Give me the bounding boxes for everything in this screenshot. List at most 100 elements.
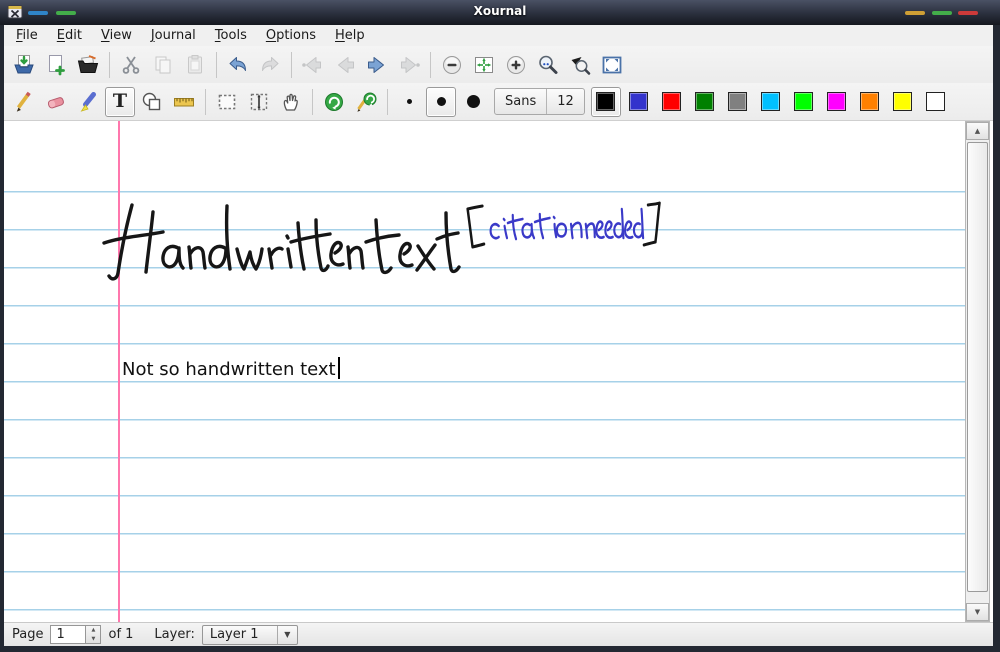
open-folder-icon [76,53,100,77]
toolbar-separator [205,89,206,115]
color-swatch-magenta[interactable] [827,92,846,111]
pen-tool-button[interactable] [9,87,39,117]
highlighter-tool-button[interactable] [73,87,103,117]
scroll-down-button[interactable]: ▼ [966,603,989,621]
save-button[interactable] [9,50,39,80]
default-tool-button[interactable] [319,87,349,117]
select-rectangle-button[interactable] [212,87,242,117]
page-spinner[interactable]: 1 ▲ ▼ [50,625,101,644]
spinner-buttons[interactable]: ▲ ▼ [85,626,100,643]
set-zoom-button[interactable] [565,50,595,80]
window-content: File Edit View Journal Tools Options Hel… [4,25,993,646]
toolbar-separator [291,52,292,78]
layer-dropdown[interactable]: Layer 1 ▼ [202,625,298,645]
set-zoom-icon [568,53,592,77]
scroll-up-button[interactable]: ▲ [966,122,989,140]
arrow-up-icon: ▲ [975,127,980,135]
color-swatch-black [596,92,615,111]
color-swatch-red[interactable] [662,92,681,111]
undo-button[interactable] [223,50,253,80]
maximize-button[interactable] [932,11,952,15]
spin-down-icon[interactable]: ▼ [86,635,100,644]
open-button[interactable] [73,50,103,80]
color-swatch-yellow[interactable] [893,92,912,111]
vertical-space-button[interactable] [244,87,274,117]
color-swatch-gray[interactable] [728,92,747,111]
color-swatch-light-green[interactable] [794,92,813,111]
toolbar-separator [312,89,313,115]
titlebar[interactable]: Xournal [0,0,1000,25]
page-number-input[interactable]: 1 [51,626,85,643]
scrollbar-thumb[interactable] [967,142,988,592]
page-canvas[interactable]: Not so handwritten text ▲ ▼ [4,121,993,622]
menu-edit[interactable]: Edit [49,26,90,45]
xournal-window: Xournal File Edit View Journal Tools Opt… [0,0,1000,652]
thickness-medium-button[interactable] [426,87,456,117]
normal-size-button[interactable] [533,50,563,80]
vertical-scrollbar[interactable]: ▲ ▼ [965,121,990,622]
default-pen-button[interactable] [351,87,381,117]
first-page-icon [301,53,325,77]
thick-dot-icon [467,95,480,108]
color-swatch-green[interactable] [695,92,714,111]
color-black-button[interactable] [591,87,621,117]
fit-page-width-button[interactable] [469,50,499,80]
color-swatch-white[interactable] [926,92,945,111]
fine-dot-icon [407,99,412,104]
typed-text-object[interactable]: Not so handwritten text [122,357,340,380]
fullscreen-button[interactable] [597,50,627,80]
menu-file[interactable]: File [8,26,46,45]
menu-help[interactable]: Help [327,26,373,45]
default-pen-icon [354,90,378,114]
menu-view[interactable]: View [93,26,140,45]
dropdown-arrow-icon: ▼ [277,626,297,644]
spin-up-icon[interactable]: ▲ [86,626,100,635]
hand-icon [279,90,303,114]
eraser-tool-button[interactable] [41,87,71,117]
ruler-tool-button[interactable] [169,87,199,117]
cut-button[interactable] [116,50,146,80]
color-swatch-light-blue[interactable] [761,92,780,111]
zoom-out-icon [440,53,464,77]
paste-button[interactable] [180,50,210,80]
zoom-out-button[interactable] [437,50,467,80]
font-button[interactable]: Sans 12 [494,88,585,115]
statusbar: Page 1 ▲ ▼ of 1 Layer: Layer 1 ▼ [4,622,993,646]
menu-journal[interactable]: Journal [143,26,204,45]
scissors-icon [119,53,143,77]
thickness-thick-button[interactable] [458,87,488,117]
shape-recognizer-button[interactable] [137,87,167,117]
color-swatch-orange[interactable] [860,92,879,111]
first-page-button[interactable] [298,50,328,80]
hand-tool-button[interactable] [276,87,306,117]
redo-button[interactable] [255,50,285,80]
copy-button[interactable] [148,50,178,80]
text-caret [338,357,340,379]
default-icon [322,90,346,114]
clipboard-icon [183,53,207,77]
undo-icon [226,53,250,77]
previous-page-icon [333,53,357,77]
menu-options[interactable]: Options [258,26,324,45]
fullscreen-icon [600,53,624,77]
zoom-in-button[interactable] [501,50,531,80]
next-page-button[interactable] [362,50,392,80]
highlighter-icon [76,90,100,114]
previous-page-button[interactable] [330,50,360,80]
medium-dot-icon [437,97,446,106]
last-page-icon [397,53,421,77]
menu-tools[interactable]: Tools [207,26,255,45]
next-page-icon [365,53,389,77]
close-button[interactable] [958,11,978,15]
layer-label: Layer: [154,627,194,642]
toolbar-main [4,46,993,83]
text-tool-button[interactable]: T [105,87,135,117]
toolbar-separator [216,52,217,78]
arrow-down-icon: ▼ [975,608,980,616]
thickness-fine-button[interactable] [394,87,424,117]
color-swatch-blue[interactable] [629,92,648,111]
last-page-button[interactable] [394,50,424,80]
new-button[interactable] [41,50,71,80]
save-icon [12,53,36,77]
minimize-button[interactable] [905,11,925,15]
